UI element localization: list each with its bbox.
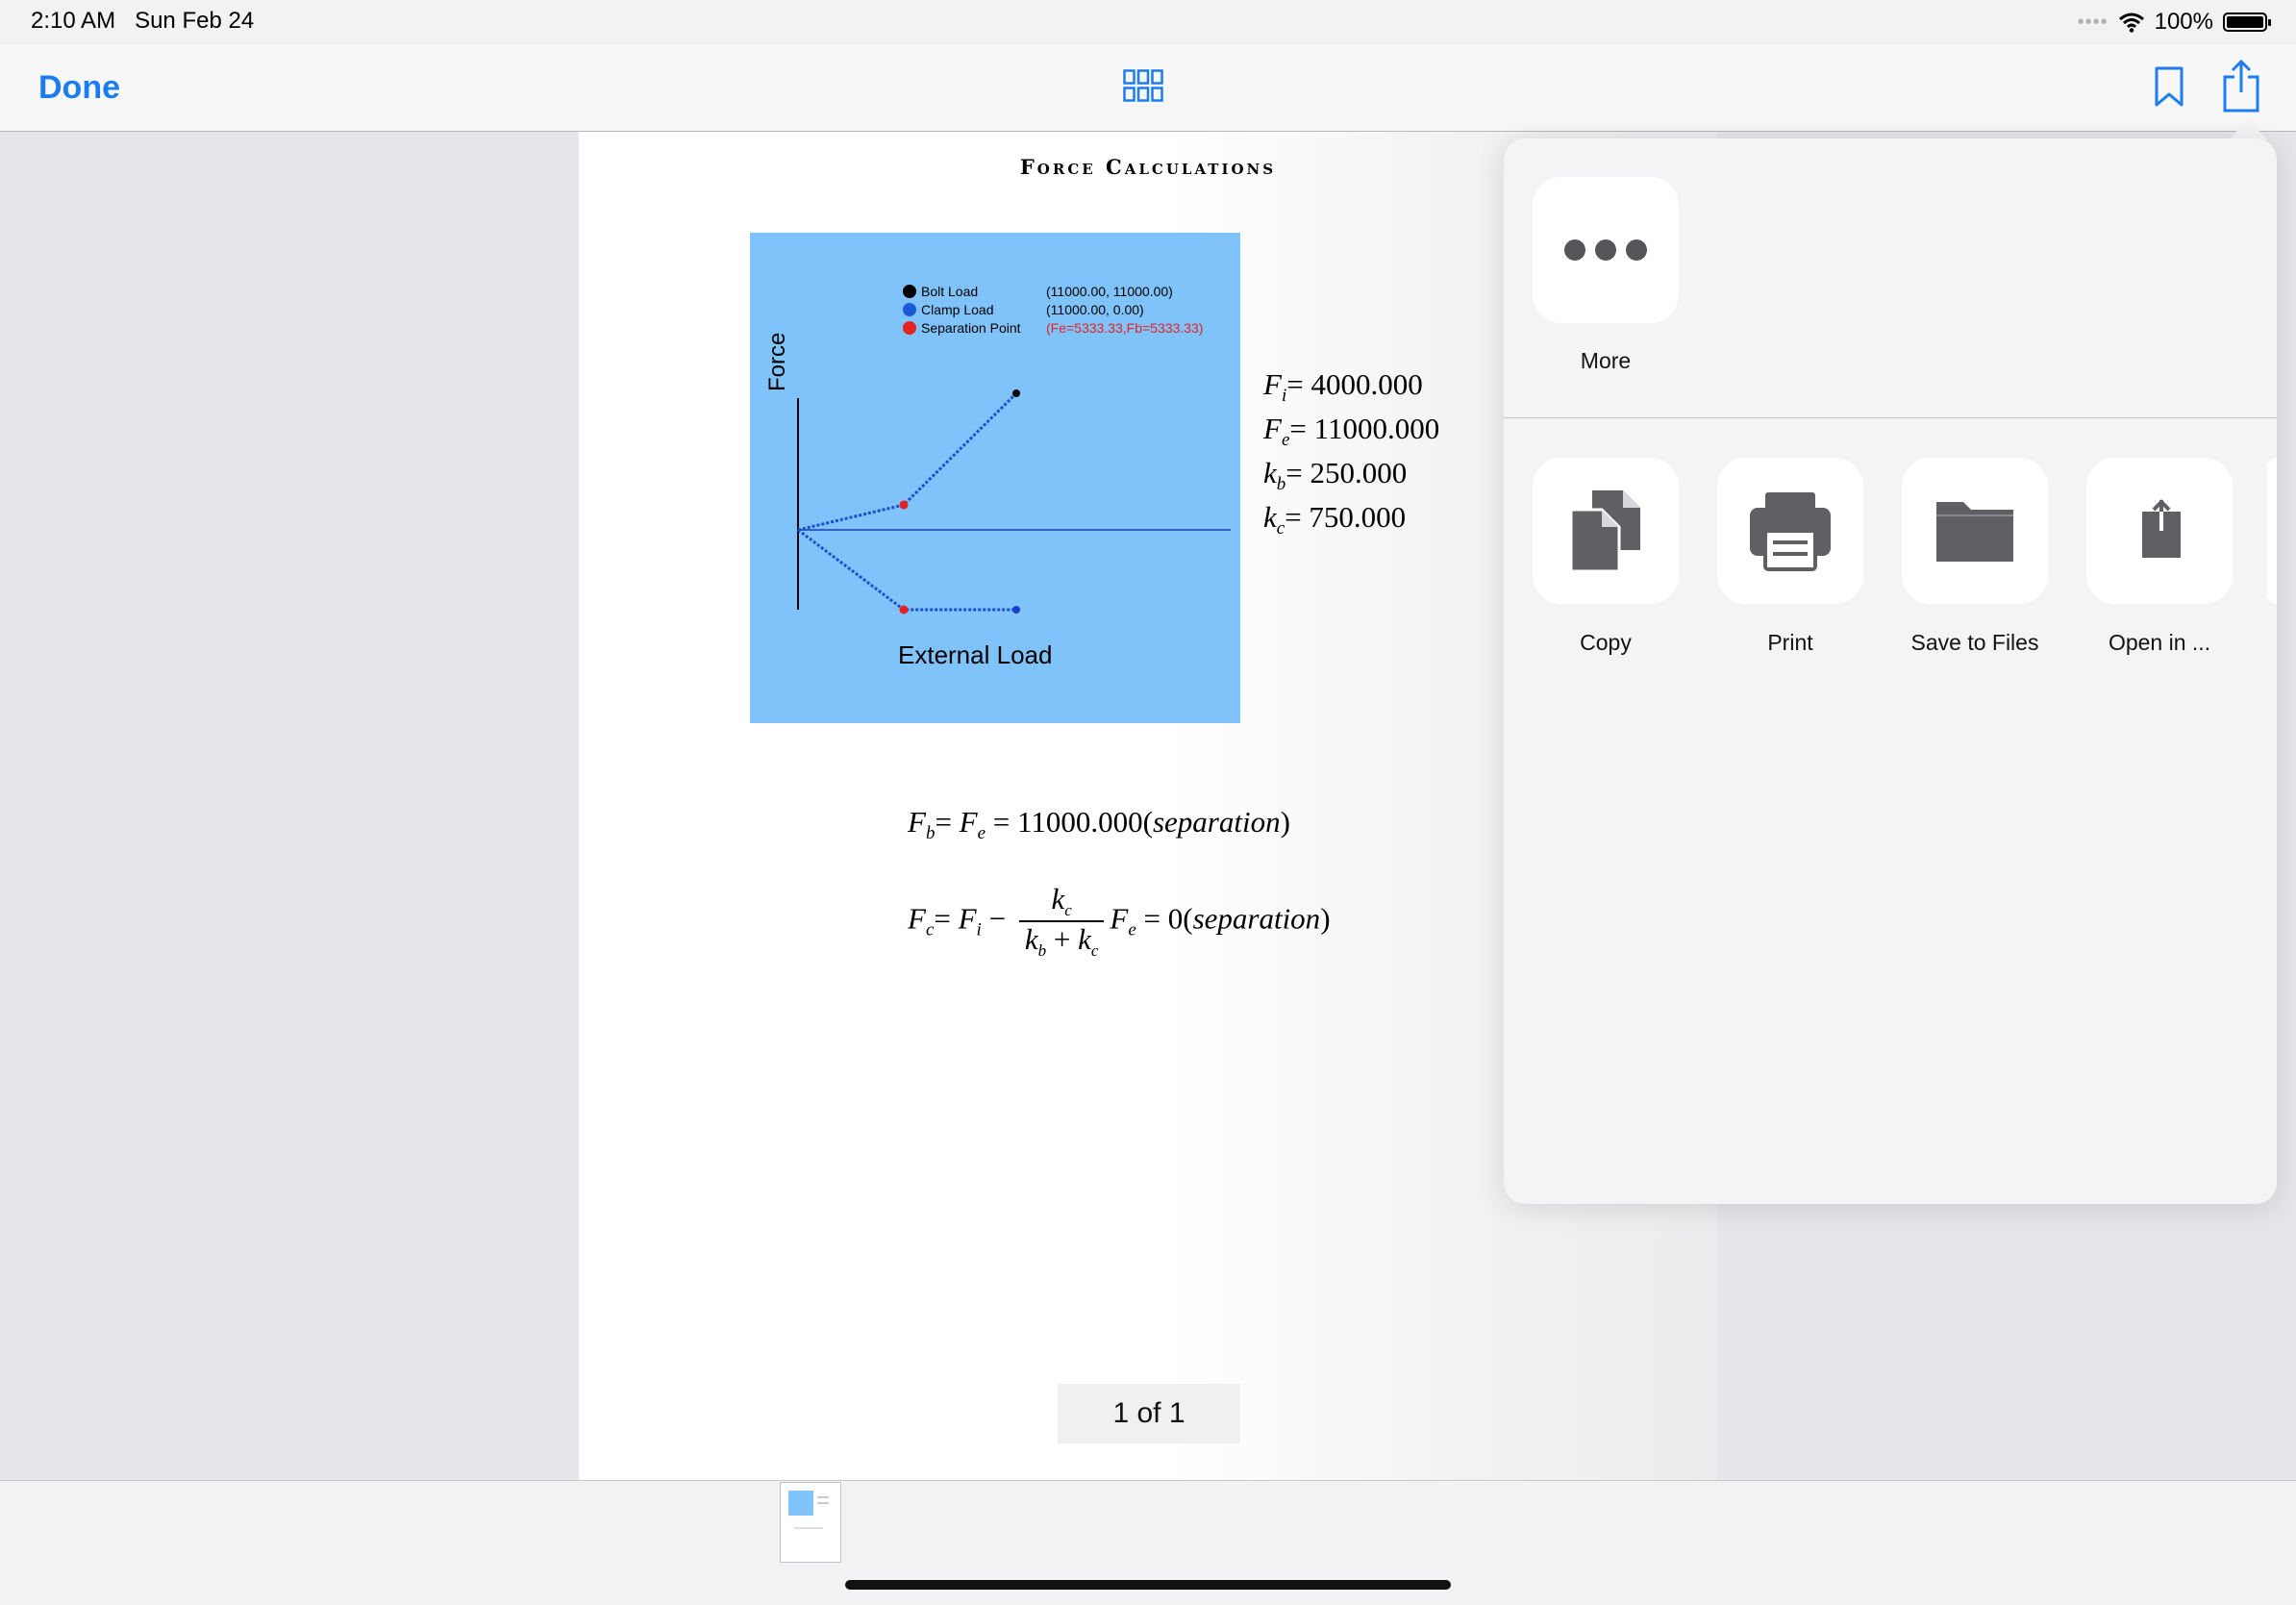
grid-icon[interactable]: [1123, 69, 1163, 102]
separation-point-lower: [899, 605, 909, 614]
status-indicators: •••• 100%: [2077, 6, 2271, 38]
param-fe: Fe= 11000.000: [1263, 412, 1440, 451]
more-icon: [1564, 239, 1647, 261]
more-button[interactable]: [1533, 177, 1679, 323]
home-indicator[interactable]: [845, 1580, 1451, 1590]
share-divider: [1504, 417, 2277, 418]
save-to-files-button[interactable]: [1902, 458, 2048, 604]
status-bar: 2:10 AM Sun Feb 24 •••• 100%: [0, 0, 2296, 44]
nav-bar: Done: [0, 44, 2296, 132]
status-time: 2:10 AM Sun Feb 24: [31, 8, 255, 34]
legend-label-clamp-load: Clamp Load: [921, 302, 994, 317]
separation-point-upper: [899, 500, 909, 510]
signal-dots-icon: ••••: [2077, 11, 2109, 33]
wifi-icon: [2118, 13, 2144, 33]
force-plot: Bolt Load Clamp Load Separation Point (1…: [750, 233, 1240, 723]
save-to-files-label: Save to Files: [1910, 630, 2039, 655]
print-button[interactable]: [1717, 458, 1863, 604]
param-fi: Fi= 4000.000: [1263, 367, 1423, 407]
legend-dot-bolt-load: [903, 285, 916, 298]
legend-dot-clamp-load: [903, 303, 916, 316]
equation-bolt-force: Fb= Fe = 11000.000(separation): [908, 805, 1290, 844]
legend-label-separation-point: Separation Point: [921, 320, 1021, 336]
done-button[interactable]: Done: [38, 69, 120, 107]
more-label: More: [1580, 348, 1632, 373]
copy-label: Copy: [1580, 630, 1632, 655]
legend-value-separation-point: (Fe=5333.33,Fb=5333.33): [1046, 320, 1203, 336]
open-in-button[interactable]: [2086, 458, 2233, 604]
stiffness-fraction: kc kb + kc: [1018, 882, 1105, 961]
share-popover-arrow: [2229, 117, 2267, 140]
page-thumbnail[interactable]: [780, 1482, 841, 1563]
share-icon[interactable]: [2221, 58, 2261, 113]
share-sheet: More Copy Print Save to Files Open in ..…: [1504, 138, 2277, 1204]
copy-button[interactable]: [1533, 458, 1679, 604]
folder-icon: [1936, 502, 2013, 562]
legend-label-bolt-load: Bolt Load: [921, 284, 978, 299]
print-icon: [1750, 492, 1831, 571]
y-axis-label: Force: [764, 333, 790, 391]
legend-value-bolt-load: (11000.00, 11000.00): [1046, 284, 1173, 299]
open-in-icon: [2142, 499, 2181, 558]
bookmark-icon[interactable]: [2154, 65, 2184, 108]
x-axis-label: External Load: [898, 640, 1052, 669]
equation-clamp-force: Fc= Fi − kc kb + kc Fe = 0(separation): [908, 882, 1331, 961]
clamp-load-end-point: [1012, 606, 1020, 614]
param-kb: kb= 250.000: [1263, 456, 1408, 495]
bolt-load-end-point: [1012, 389, 1020, 397]
legend-dot-separation-point: [903, 321, 916, 335]
legend-value-clamp-load: (11000.00, 0.00): [1046, 302, 1144, 317]
battery-icon: [2223, 13, 2271, 32]
more-actions-tile-partial[interactable]: [2267, 458, 2277, 604]
copy-icon: [1569, 490, 1640, 573]
battery-percent: 100%: [2154, 9, 2213, 35]
open-in-label: Open in ...: [2108, 630, 2211, 655]
param-kc: kc= 750.000: [1263, 500, 1407, 539]
page-indicator: 1 of 1: [1058, 1384, 1240, 1443]
print-label: Print: [1767, 630, 1813, 655]
